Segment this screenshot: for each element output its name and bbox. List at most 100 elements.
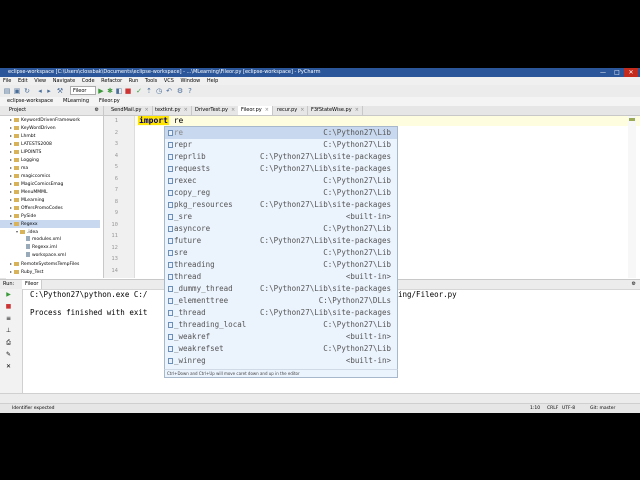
vcs-commit-icon[interactable]: ⇡ [145,87,153,95]
debug-icon[interactable]: ✱ [106,87,114,95]
menu-file[interactable]: File [3,78,11,84]
tree-item[interactable]: ▾ Regexx [0,220,100,228]
menu-tools[interactable]: Tools [145,78,157,84]
autocomplete-item[interactable]: rexec C:\Python27\Lib [165,175,397,187]
menu-window[interactable]: Window [181,78,201,84]
maximize-button[interactable]: □ [610,68,624,77]
tree-item[interactable]: ▸ KeyWordDriven [0,124,100,132]
caret-position[interactable]: 1:10 [530,404,540,413]
tree-item[interactable]: ▸ LATESTS2008 [0,140,100,148]
settings-icon[interactable]: ⚙ [176,87,184,95]
autocomplete-item[interactable]: copy_reg C:\Python27\Lib [165,187,397,199]
tree-item[interactable]: ▸ magiccomics [0,172,100,180]
open-folder-icon[interactable]: ▤ [3,87,11,95]
tree-item[interactable]: ▸ Lhmbt [0,132,100,140]
sync-icon[interactable]: ↻ [23,87,31,95]
tab-sendmail[interactable]: SendMail.py × [108,106,153,115]
tab-textknt[interactable]: textknt.py × [152,106,192,115]
tree-item[interactable]: ▸ PySide [0,212,100,220]
vcs-update-icon[interactable]: ✓ [135,87,143,95]
autocomplete-item[interactable]: reprlib C:\Python27\Lib\site-packages [165,151,397,163]
tab-f3fstatewise[interactable]: F3fStateWise.py × [308,106,363,115]
run-console-output[interactable]: C:\Python27\python.exe C:/ Process finis… [30,290,147,317]
tab-fileor[interactable]: Fileor.py × [238,106,273,115]
tree-item[interactable]: ▸ Logging [0,156,100,164]
autocomplete-item[interactable]: re C:\Python27\Lib [165,127,397,139]
help-icon[interactable]: ? [186,87,194,95]
close-icon[interactable]: × [184,107,188,113]
autocomplete-item[interactable]: thread <built-in> [165,271,397,283]
menu-edit[interactable]: Edit [18,78,28,84]
menu-vcs[interactable]: VCS [164,78,174,84]
stop-icon[interactable]: ■ [4,303,13,311]
run-icon[interactable]: ▶ [97,87,105,95]
pin-icon[interactable]: ⊥ [4,327,13,335]
tree-item[interactable]: ▸ Ruby_Test [0,268,100,276]
print-icon[interactable]: ⎙ [4,339,13,347]
tree-item[interactable]: Regexx.iml [0,244,100,252]
back-icon[interactable]: ◂ [36,87,44,95]
close-icon[interactable]: × [355,107,359,113]
pin-tab-icon[interactable]: ✎ [4,351,13,359]
revert-icon[interactable]: ↶ [165,87,173,95]
history-icon[interactable]: ◷ [155,87,163,95]
scroll-icon[interactable]: ≡ [4,315,13,323]
tree-item[interactable]: ▸ MLearning [0,196,100,204]
autocomplete-item[interactable]: sre C:\Python27\Lib [165,247,397,259]
autocomplete-item[interactable]: _weakrefset C:\Python27\Lib [165,343,397,355]
tree-item[interactable]: ▸ ma [0,164,100,172]
menu-code[interactable]: Code [82,78,95,84]
autocomplete-item[interactable]: future C:\Python27\Lib\site-packages [165,235,397,247]
autocomplete-item[interactable]: _thread C:\Python27\Lib\site-packages [165,307,397,319]
menu-view[interactable]: View [34,78,46,84]
file-encoding[interactable]: UTF-8 [562,404,575,413]
tree-item[interactable]: ▸ OffersPromoCodes [0,204,100,212]
tree-item[interactable]: modules.xml [0,236,100,244]
menu-refactor[interactable]: Refactor [101,78,122,84]
tree-item[interactable]: ▸ MenuMMML [0,188,100,196]
autocomplete-item[interactable]: threading C:\Python27\Lib [165,259,397,271]
autocomplete-item[interactable]: _sre <built-in> [165,211,397,223]
close-icon[interactable]: ✕ [4,363,13,371]
menu-navigate[interactable]: Navigate [53,78,75,84]
autocomplete-item[interactable]: pkg_resources C:\Python27\Lib\site-packag… [165,199,397,211]
menu-run[interactable]: Run [129,78,139,84]
stop-icon[interactable]: ■ [124,87,132,95]
tab-drivertest[interactable]: DriverTest.py × [192,106,240,115]
code-editor[interactable]: import re [138,116,183,126]
close-icon[interactable]: × [144,107,148,113]
crumb-workspace[interactable]: eclipse-workspace [4,97,56,106]
rerun-icon[interactable]: ▶ [4,291,13,299]
tree-item[interactable]: ▾ .idea [0,228,100,236]
menu-help[interactable]: Help [207,78,218,84]
gear-icon[interactable]: ⚙ [632,280,636,289]
tab-recur[interactable]: recur.py × [274,106,309,115]
crumb-file[interactable]: Fileor.py [96,97,123,106]
close-button[interactable]: ✕ [624,68,638,77]
autocomplete-item[interactable]: _dummy_thread C:\Python27\Lib\site-packag… [165,283,397,295]
inspection-marker[interactable] [629,118,635,121]
autocomplete-item[interactable]: asyncore C:\Python27\Lib [165,223,397,235]
build-icon[interactable]: ⚒ [56,87,64,95]
autocomplete-item[interactable]: _weakref <built-in> [165,331,397,343]
minimize-button[interactable]: — [596,68,610,77]
autocomplete-item[interactable]: _elementtree C:\Python27\DLLs [165,295,397,307]
autocomplete-item[interactable]: requests C:\Python27\Lib\site-packages [165,163,397,175]
tree-item[interactable]: workspace.xml [0,252,100,260]
coverage-icon[interactable]: ◧ [115,87,123,95]
autocomplete-item[interactable]: repr C:\Python27\Lib [165,139,397,151]
save-icon[interactable]: ▣ [13,87,21,95]
tree-item[interactable]: ▸ RemoteSystemsTempFiles [0,260,100,268]
tree-item[interactable]: ▸ LIPOINTS [0,148,100,156]
line-separator[interactable]: CRLF [547,404,558,413]
vcs-branch[interactable]: Git: master [590,404,615,413]
run-tab[interactable]: Fileor [22,280,43,289]
forward-icon[interactable]: ▸ [45,87,53,95]
autocomplete-item[interactable]: _threading_local C:\Python27\Lib [165,319,397,331]
close-icon[interactable]: × [265,107,269,113]
crumb-folder[interactable]: MLearning [60,97,92,106]
close-icon[interactable]: × [231,107,235,113]
tree-item[interactable]: ▸ MagicComicsEmag [0,180,100,188]
tree-item[interactable]: ▸ KeywordDrivenFramework [0,116,100,124]
close-icon[interactable]: × [300,107,304,113]
